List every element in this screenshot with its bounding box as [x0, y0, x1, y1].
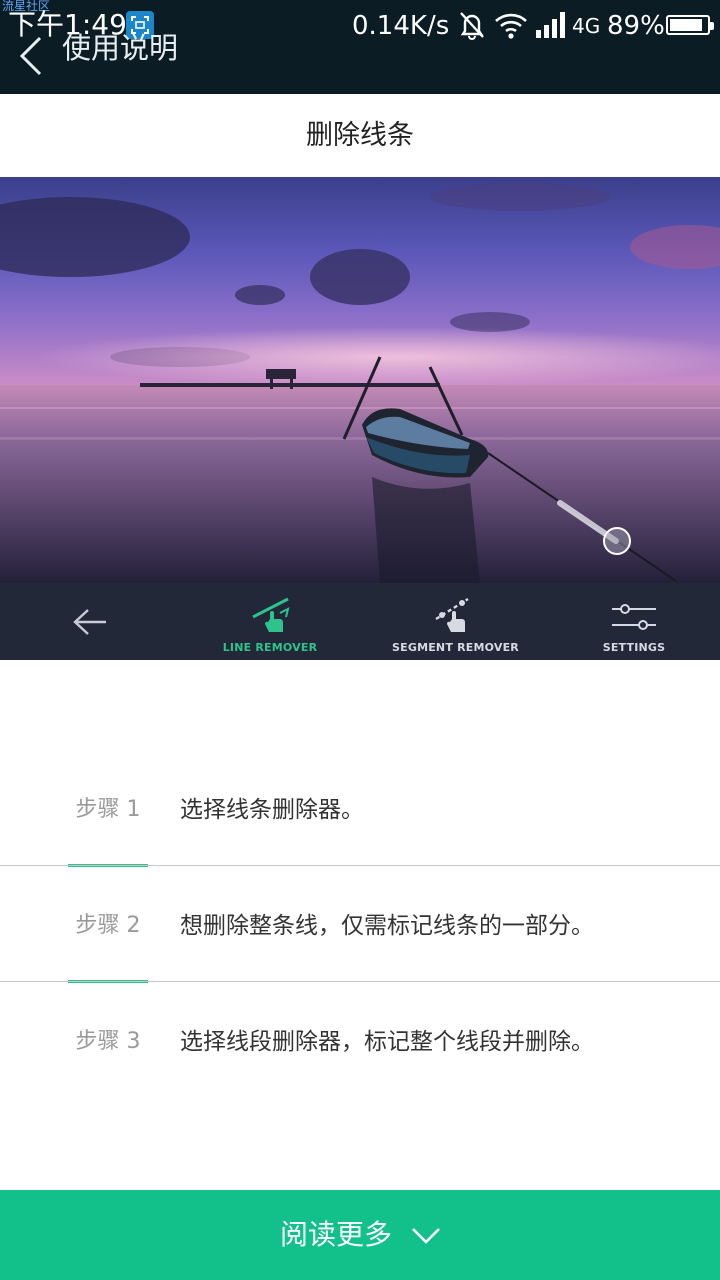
- battery-percent: 89%: [607, 11, 665, 41]
- back-arrow-icon: [73, 609, 106, 635]
- settings-sliders-icon: [612, 604, 656, 630]
- mute-bell-icon: [458, 10, 486, 44]
- nav-bar: 使用说明: [0, 31, 720, 94]
- step-item-1: 步骤 1 选择线条删除器。: [0, 750, 720, 867]
- app-header: 流星社区 下午1:49 0.14K/s 4G 89% 使用说明: [0, 0, 720, 94]
- network-type: 4G: [572, 14, 601, 38]
- editor-toolbar: LINE REMOVER SEGMENT REMOVER SETTINGS: [0, 583, 720, 660]
- segment-remover-icon: [435, 597, 469, 632]
- line-remover-icon: [252, 597, 290, 632]
- segment-remover-tool[interactable]: SEGMENT REMOVER: [392, 583, 519, 660]
- tutorial-image: [0, 177, 720, 583]
- read-more-label: 阅读更多: [280, 1218, 393, 1251]
- step-item-3: 步骤 3 选择线段删除器，标记整个线段并删除。: [0, 982, 720, 1098]
- settings-tool[interactable]: SETTINGS: [594, 583, 674, 660]
- signal-icon: [534, 10, 570, 44]
- line-remover-label: LINE REMOVER: [222, 641, 318, 654]
- back-chevron-icon: [19, 36, 42, 76]
- step-label: 步骤 2: [75, 913, 141, 938]
- step-text: 想删除整条线，仅需标记线条的一部分。: [180, 913, 594, 939]
- step-item-2: 步骤 2 想删除整条线，仅需标记线条的一部分。: [0, 866, 720, 983]
- step-text: 选择线段删除器，标记整个线段并删除。: [180, 1029, 594, 1055]
- page-title: 删除线条: [306, 120, 414, 151]
- settings-label: SETTINGS: [602, 641, 666, 654]
- toolbar-back-button[interactable]: [50, 583, 130, 660]
- network-speed: 0.14K/s: [352, 11, 450, 41]
- battery-icon: [666, 15, 714, 35]
- read-more-button[interactable]: 阅读更多: [0, 1190, 720, 1280]
- line-remover-tool[interactable]: LINE REMOVER: [210, 583, 330, 660]
- wifi-icon: [494, 10, 528, 44]
- step-label: 步骤 1: [75, 797, 141, 822]
- chevron-down-icon: [412, 1228, 440, 1244]
- segment-remover-label: SEGMENT REMOVER: [392, 641, 519, 654]
- back-button[interactable]: [14, 26, 54, 86]
- step-text: 选择线条删除器。: [180, 797, 364, 823]
- step-label: 步骤 3: [75, 1029, 141, 1054]
- nav-title: 使用说明: [62, 31, 179, 65]
